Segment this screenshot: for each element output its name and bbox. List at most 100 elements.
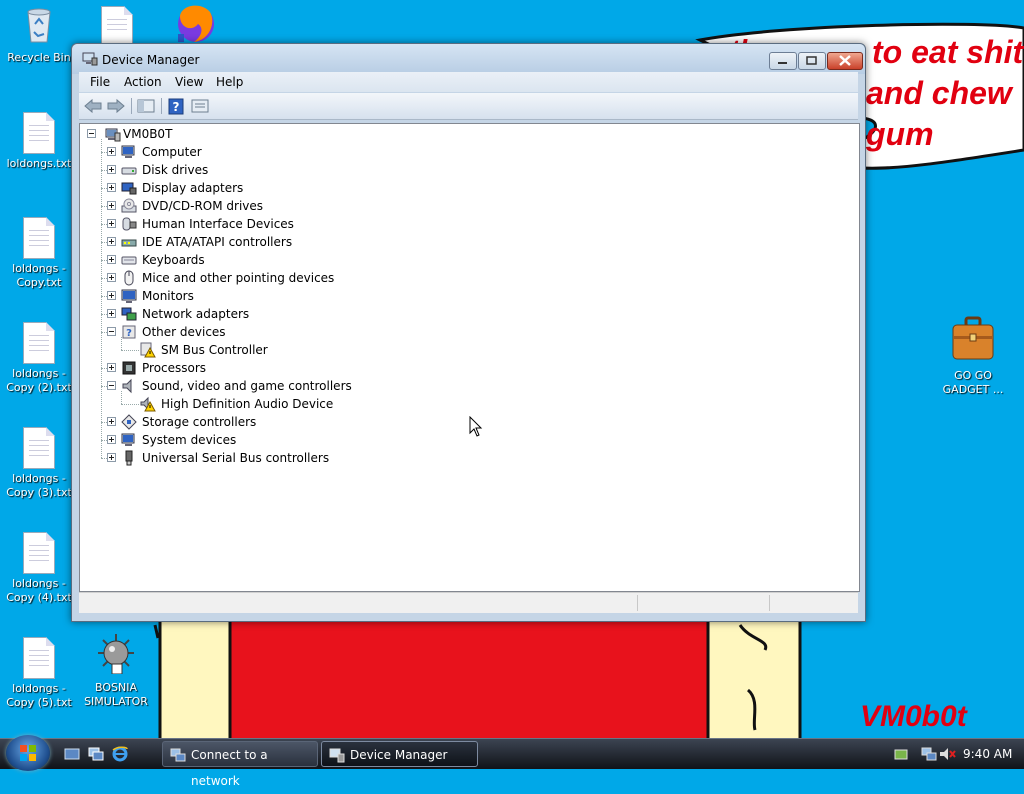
desktop-icon-loldongs-copy-4[interactable]: loldongs - Copy (4).txt <box>0 532 78 605</box>
expand-toggle[interactable] <box>107 255 116 264</box>
switch-windows-icon[interactable] <box>88 746 104 762</box>
expand-toggle[interactable] <box>107 453 116 462</box>
status-divider <box>637 595 638 611</box>
desktop-icon-loldongs-copy[interactable]: loldongs - Copy.txt <box>0 217 78 290</box>
network-icon[interactable] <box>921 746 937 762</box>
forward-arrow-icon[interactable] <box>105 97 127 115</box>
tree-child-item[interactable]: SM Bus Controller <box>80 341 480 359</box>
usb-icon <box>125 450 133 466</box>
status-divider <box>769 595 770 611</box>
svg-text:?: ? <box>126 328 132 339</box>
tree-connector <box>121 337 122 350</box>
tray-device-icon[interactable] <box>893 746 909 762</box>
tree-item[interactable]: Display adapters <box>80 179 480 197</box>
menu-action[interactable]: Action <box>124 75 162 89</box>
show-desktop-icon[interactable] <box>64 746 80 762</box>
desktop-icon-text-file[interactable] <box>100 6 134 48</box>
expand-toggle[interactable] <box>107 201 116 210</box>
expand-toggle[interactable] <box>107 165 116 174</box>
tree-item[interactable]: Monitors <box>80 287 480 305</box>
close-button[interactable] <box>827 52 863 70</box>
expand-toggle[interactable] <box>107 237 116 246</box>
tree-item[interactable]: ? Other devices <box>80 323 480 341</box>
display-adapter-icon <box>121 182 137 195</box>
start-button[interactable] <box>6 735 50 771</box>
expand-toggle[interactable] <box>107 183 116 192</box>
desktop-icon-recycle-bin[interactable]: Recycle Bin <box>0 4 78 65</box>
maximize-button[interactable] <box>798 52 826 70</box>
tree-item[interactable]: Sound, video and game controllers <box>80 377 480 395</box>
volume-muted-icon[interactable] <box>939 746 957 762</box>
show-hide-console-tree-icon[interactable] <box>135 97 157 115</box>
status-bar <box>79 592 858 613</box>
dvd-drive-icon <box>121 198 137 213</box>
expand-toggle[interactable] <box>107 417 116 426</box>
back-arrow-icon[interactable] <box>82 97 104 115</box>
tree-item-label: High Definition Audio Device <box>161 397 334 411</box>
close-icon <box>839 55 851 66</box>
expand-toggle[interactable] <box>107 273 116 282</box>
taskbar-button-connect-to-network[interactable]: Connect to a network <box>162 741 318 788</box>
clock[interactable]: 9:40 AM <box>963 747 1012 761</box>
tree-item[interactable]: Human Interface Devices <box>80 215 480 233</box>
toolbar-separator <box>131 98 132 114</box>
taskbar-button-device-manager[interactable]: Device Manager <box>321 741 478 767</box>
tree-root[interactable]: VM0B0T <box>80 125 480 143</box>
title-bar[interactable]: Device Manager <box>72 44 865 74</box>
text-file-icon <box>23 322 55 364</box>
collapse-toggle[interactable] <box>87 129 96 138</box>
tree-item[interactable]: DVD/CD-ROM drives <box>80 197 480 215</box>
disk-drive-icon <box>121 167 137 175</box>
tree-item[interactable]: IDE ATA/ATAPI controllers <box>80 233 480 251</box>
desktop-icon-firefox[interactable] <box>172 2 218 44</box>
desktop-icon-loldongs[interactable]: loldongs.txt <box>0 112 78 171</box>
expand-toggle[interactable] <box>107 219 116 228</box>
desktop-icon-go-go-gadget[interactable]: GO GO GADGET ... <box>934 316 1012 397</box>
collapse-toggle[interactable] <box>107 381 116 390</box>
system-device-icon <box>121 433 135 446</box>
tree-item[interactable]: Mice and other pointing devices <box>80 269 480 287</box>
tree-item[interactable]: Network adapters <box>80 305 480 323</box>
expand-toggle[interactable] <box>107 363 116 372</box>
tree-item-label: Other devices <box>142 325 226 339</box>
tree-item[interactable]: Universal Serial Bus controllers <box>80 449 480 467</box>
tree-item[interactable]: Disk drives <box>80 161 480 179</box>
tree-item-label: DVD/CD-ROM drives <box>142 199 264 213</box>
desktop-icon-label: loldongs - Copy (2).txt <box>6 367 72 394</box>
desktop-icon-loldongs-copy-5[interactable]: loldongs - Copy (5).txt <box>0 637 78 710</box>
tree-child-item[interactable]: High Definition Audio Device <box>80 395 480 413</box>
collapse-toggle[interactable] <box>107 327 116 336</box>
expand-toggle[interactable] <box>107 435 116 444</box>
expand-toggle[interactable] <box>107 147 116 156</box>
expand-toggle[interactable] <box>107 309 116 318</box>
text-file-icon <box>23 532 55 574</box>
tree-item[interactable]: Storage controllers <box>80 413 480 431</box>
desktop-icon-label: loldongs.txt <box>6 157 72 170</box>
help-icon[interactable]: ? <box>165 97 187 115</box>
tree-item-label: Computer <box>142 145 202 159</box>
tree-item[interactable]: Keyboards <box>80 251 480 269</box>
expand-toggle[interactable] <box>107 291 116 300</box>
menu-file[interactable]: File <box>90 75 110 89</box>
minimize-button[interactable] <box>769 52 797 70</box>
menu-view[interactable]: View <box>175 75 203 89</box>
menu-bar: File Action View Help <box>79 72 858 92</box>
text-file-icon <box>23 217 55 259</box>
tree-root-label: VM0B0T <box>123 127 173 141</box>
briefcase-icon <box>952 316 994 360</box>
properties-icon[interactable] <box>189 97 211 115</box>
internet-explorer-icon[interactable] <box>112 746 128 762</box>
warning-audio-icon <box>140 396 156 412</box>
desktop-icon-loldongs-copy-3[interactable]: loldongs - Copy (3).txt <box>0 427 78 500</box>
tree-item[interactable]: Computer <box>80 143 480 161</box>
tree-connector <box>121 350 139 351</box>
menu-help[interactable]: Help <box>216 75 243 89</box>
desktop-icon-bosnia-simulator[interactable]: BOSNIA SIMULATOR <box>77 632 155 709</box>
tree-item[interactable]: Processors <box>80 359 480 377</box>
desktop-icon-loldongs-copy-2[interactable]: loldongs - Copy (2).txt <box>0 322 78 395</box>
recycle-bin-icon <box>27 8 51 43</box>
tree-item-label: Network adapters <box>142 307 250 321</box>
tree-item[interactable]: System devices <box>80 431 480 449</box>
text-file-icon <box>101 6 133 48</box>
desktop-icon-label: GO GO GADGET ... <box>942 369 1004 396</box>
